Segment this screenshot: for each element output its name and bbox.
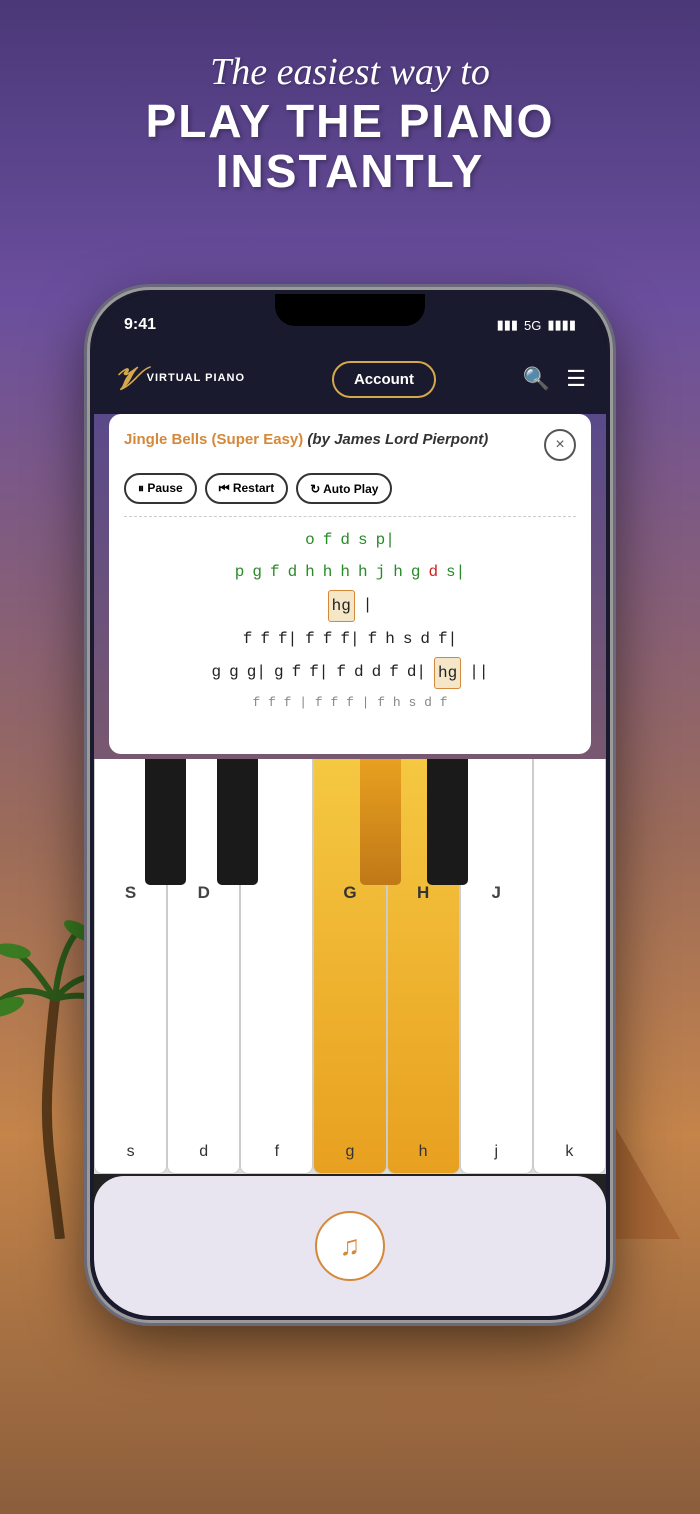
pause-button[interactable]: ⏸ Pause [124,473,197,504]
key-label-s-upper: S [125,883,136,903]
note-line-5: g g g| g f f| f d d f d| hg || [124,657,576,689]
tagline-italic: The easiest way to [20,50,680,96]
bottom-card: ♫ [94,1176,606,1316]
note-line-2: p g f d h h h h j h g d s| [124,557,576,587]
note-line-3-highlight: hg | [124,590,576,622]
key-label-g-upper: G [343,883,356,903]
key-label-h-lower: h [419,1143,428,1161]
phone-mockup: 9:41 ▮▮▮ 5G ▮▮▮▮ 𝒱 VIRTUAL PIANO Account… [90,290,610,1320]
status-time: 9:41 [124,316,156,334]
tagline-bold-line2: INSTANTLY [20,146,680,197]
note-sheet: o f d s p| p g f d h h h h [124,516,576,716]
song-title-author: (by James Lord Pierpont) [307,431,488,448]
key-label-k-lower: k [565,1143,573,1161]
battery-icon: ▮▮▮▮ [547,317,576,333]
key-label-s-lower: s [127,1143,135,1161]
note-line-1: o f d s p| [124,525,576,555]
highlighted-note: hg [328,590,355,622]
header-icons: 🔍 ☰ [523,366,586,392]
song-title: Jingle Bells (Super Easy) (by James Lord… [124,429,534,450]
white-key-g[interactable]: G g [313,759,386,1174]
key-label-j-lower: j [494,1143,498,1161]
music-button[interactable]: ♫ [315,1211,385,1281]
piano-container: S s D d f G g [94,759,606,1174]
network-label: 5G [524,318,541,333]
white-key-f[interactable]: f [240,759,313,1174]
music-note-icon: ♫ [340,1230,361,1262]
menu-icon[interactable]: ☰ [566,366,586,392]
white-key-k[interactable]: k [533,759,606,1174]
phone-notch [275,294,425,326]
note-line-4: f f f| f f f| f h s d f| [124,624,576,654]
key-label-d-lower: d [199,1143,208,1161]
white-key-h[interactable]: H h [387,759,460,1174]
header-section: The easiest way to PLAY THE PIANO INSTAN… [0,30,700,217]
logo-text: VIRTUAL PIANO [147,372,245,385]
restart-button[interactable]: ⏮ Restart [205,473,288,504]
key-label-f-lower: f [275,1143,279,1161]
phone-screen: 9:41 ▮▮▮ 5G ▮▮▮▮ 𝒱 VIRTUAL PIANO Account… [94,294,606,1316]
account-button[interactable]: Account [332,361,436,398]
autoplay-button[interactable]: ↻ Auto Play [296,473,392,504]
search-icon[interactable]: 🔍 [523,366,550,392]
note-line-6: f f f | f f f | f h s d f [124,691,576,716]
key-label-d-upper: D [198,883,210,903]
song-sheet: Jingle Bells (Super Easy) (by James Lord… [109,414,591,754]
song-title-name: Jingle Bells (Super Easy) [124,431,303,448]
signal-icon: ▮▮▮ [497,317,518,333]
logo-area: 𝒱 VIRTUAL PIANO [114,360,245,398]
key-label-h-upper: H [417,883,429,903]
white-keys-row: S s D d f G g [94,759,606,1174]
piano-area: S s D d f G g [94,759,606,1174]
key-label-g-lower: g [346,1143,355,1161]
app-header: 𝒱 VIRTUAL PIANO Account 🔍 ☰ [94,344,606,414]
key-label-j-upper: J [492,883,501,903]
white-key-j[interactable]: J j [460,759,533,1174]
white-key-d[interactable]: D d [167,759,240,1174]
controls-bar: ⏸ Pause ⏮ Restart ↻ Auto Play [124,473,576,504]
white-key-s[interactable]: S s [94,759,167,1174]
phone-inner: 9:41 ▮▮▮ 5G ▮▮▮▮ 𝒱 VIRTUAL PIANO Account… [94,294,606,1316]
song-header: Jingle Bells (Super Easy) (by James Lord… [124,429,576,461]
status-icons: ▮▮▮ 5G ▮▮▮▮ [497,317,576,333]
logo-ornament: 𝒱 [114,360,141,398]
tagline-bold-line1: PLAY THE PIANO [20,96,680,147]
close-button[interactable]: × [544,429,576,461]
